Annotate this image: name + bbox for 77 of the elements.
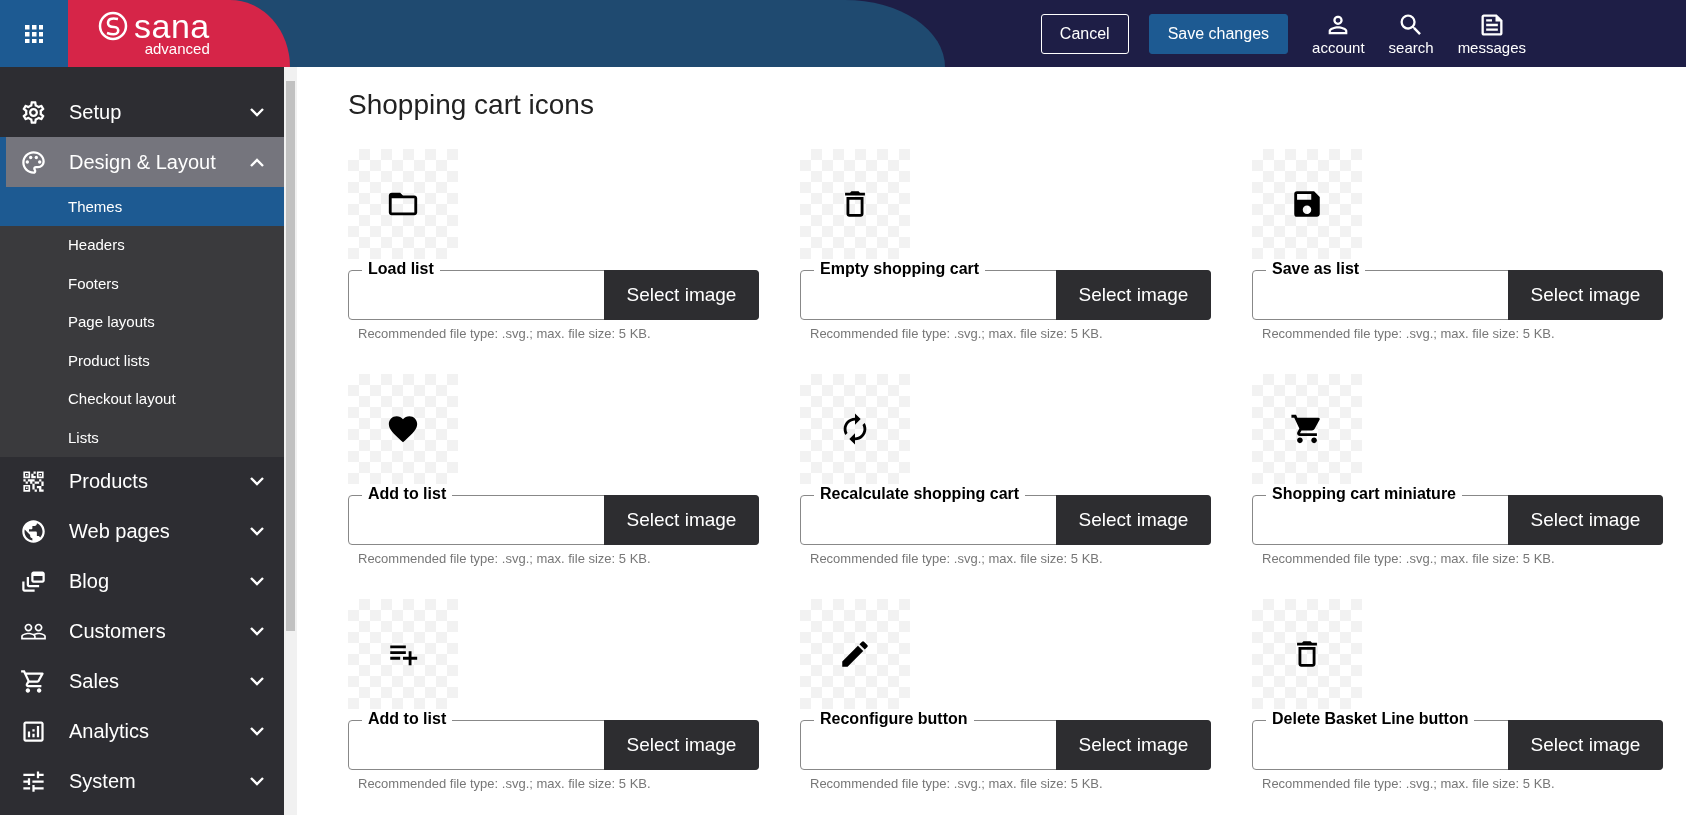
sidebar-group[interactable]: Setup — [0, 87, 284, 137]
chevron-icon — [250, 477, 264, 486]
cancel-button[interactable]: Cancel — [1040, 13, 1129, 54]
field-hint: Recommended file type: .svg.; max. file size: 5 KB. — [358, 776, 652, 791]
sidebar-group[interactable]: Blog — [0, 556, 284, 607]
sidebar-group-label: Products — [69, 470, 149, 493]
app-grid-button[interactable] — [0, 0, 68, 67]
qr-code-icon — [20, 468, 47, 495]
select-image-button[interactable]: Select image — [604, 720, 759, 770]
select-image-button[interactable]: Select image — [1056, 495, 1211, 545]
sidebar-group-label: Blog — [69, 570, 111, 593]
field-hint: Recommended file type: .svg.; max. file size: 5 KB. — [810, 776, 1104, 791]
chevron-icon — [250, 677, 264, 686]
logo-text: sana — [134, 11, 210, 41]
scrollbar[interactable] — [284, 67, 297, 815]
sidebar-group[interactable]: Products — [0, 456, 284, 507]
sliders-icon — [20, 768, 47, 795]
chevron-icon — [250, 777, 264, 786]
select-image-button[interactable]: Select image — [1508, 495, 1663, 545]
chevron-icon — [250, 577, 264, 586]
sidebar-group-label: Customers — [69, 620, 167, 643]
newspaper-icon — [20, 568, 47, 595]
select-image-button[interactable]: Select image — [604, 495, 759, 545]
scrollbar-thumb[interactable] — [286, 81, 295, 631]
select-image-button[interactable]: Select image — [1508, 720, 1663, 770]
sidebar-group[interactable]: Web pages — [0, 506, 284, 557]
sidebar-group[interactable]: Customers — [0, 606, 284, 657]
field-hint: Recommended file type: .svg.; max. file size: 5 KB. — [1262, 326, 1556, 341]
sidebar-group-label: System — [69, 770, 137, 793]
sidebar-group-label: Analytics — [69, 720, 151, 743]
header-action[interactable]: search — [1388, 11, 1434, 56]
sidebar-item[interactable]: Checkout layout — [0, 379, 284, 418]
settings-icon — [20, 98, 47, 126]
field-hint: Recommended file type: .svg.; max. file size: 5 KB. — [358, 326, 652, 341]
sidebar-item[interactable]: Headers — [0, 225, 284, 264]
field-hint: Recommended file type: .svg.; max. file size: 5 KB. — [810, 326, 1104, 341]
field-hint: Recommended file type: .svg.; max. file size: 5 KB. — [1262, 776, 1556, 791]
field-hint: Recommended file type: .svg.; max. file size: 5 KB. — [1262, 551, 1556, 566]
chevron-icon — [250, 527, 264, 536]
section-title: Shopping cart icons — [348, 89, 595, 121]
field-hint: Recommended file type: .svg.; max. file size: 5 KB. — [358, 551, 652, 566]
sidebar-item[interactable]: Lists — [0, 418, 284, 457]
save-button[interactable]: Save changes — [1148, 13, 1289, 54]
field-label: Shopping cart miniature — [1266, 485, 1462, 503]
select-image-button[interactable]: Select image — [1056, 720, 1211, 770]
header-action[interactable]: messages — [1457, 11, 1526, 56]
chevron-icon — [250, 157, 264, 167]
field-label: Empty shopping cart — [814, 260, 986, 278]
sidebar-item[interactable]: Themes — [0, 187, 284, 226]
chart-icon — [20, 718, 47, 745]
chevron-icon — [250, 727, 264, 736]
sidebar-group-label: Web pages — [69, 520, 171, 543]
logo-subtext: advanced — [144, 41, 210, 56]
sidebar-item[interactable]: Footers — [0, 264, 284, 303]
sidebar-group-label: Sales — [69, 670, 121, 693]
field-label: Recalculate shopping cart — [814, 485, 1026, 503]
chevron-icon — [250, 627, 264, 636]
chevron-icon — [250, 107, 264, 117]
shopping-cart-icon — [20, 668, 47, 695]
sidebar-item[interactable]: Product lists — [0, 341, 284, 380]
select-image-button[interactable]: Select image — [1508, 270, 1663, 320]
logo-icon — [98, 11, 128, 41]
sidebar-group[interactable]: Analytics — [0, 706, 284, 757]
grid-icon — [25, 24, 43, 43]
header-action[interactable]: account — [1312, 11, 1365, 56]
sidebar-group[interactable]: System — [0, 756, 284, 807]
select-image-button[interactable]: Select image — [1056, 270, 1211, 320]
sidebar-group-label: Setup — [69, 100, 123, 124]
select-image-button[interactable]: Select image — [604, 270, 759, 320]
globe-icon — [20, 518, 47, 545]
sidebar-group[interactable]: Sales — [0, 656, 284, 707]
sidebar-group[interactable]: Design & Layout — [0, 137, 284, 187]
field-hint: Recommended file type: .svg.; max. file size: 5 KB. — [810, 551, 1104, 566]
sidebar-item[interactable]: Page layouts — [0, 302, 284, 341]
field-label: Reconfigure button — [814, 710, 974, 728]
palette-icon — [20, 148, 47, 176]
sidebar-group-label: Design & Layout — [69, 150, 217, 174]
